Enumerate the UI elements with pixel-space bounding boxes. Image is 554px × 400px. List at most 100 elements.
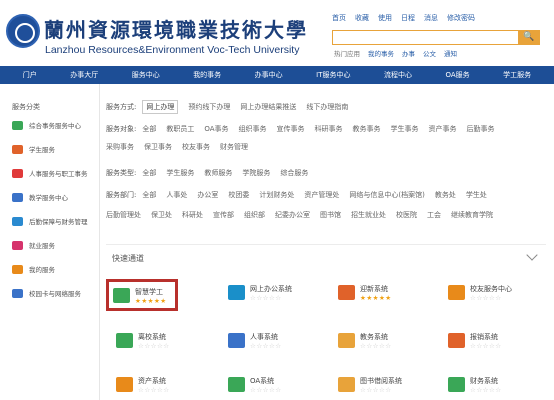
service-card[interactable]: 智慧学工 ★★★★★ — [106, 279, 178, 311]
filter-option[interactable]: 学生服务 — [166, 168, 194, 178]
toplink-favorites[interactable]: 收藏 — [355, 13, 369, 23]
sidebar-item-general[interactable]: 综合事务服务中心 — [12, 120, 81, 130]
nav-item-service-hall[interactable]: 办事大厅 — [70, 70, 98, 80]
toplink-change-password[interactable]: 修改密码 — [447, 13, 475, 23]
nav-item-oa-service[interactable]: OA服务 — [445, 70, 469, 80]
briefcase-icon — [116, 377, 133, 392]
service-card[interactable]: 教务系统 ☆☆☆☆☆ — [334, 327, 406, 359]
filter-option[interactable]: 网络与信息中心(档案馆) — [349, 190, 424, 200]
document-icon — [228, 377, 245, 392]
search-input[interactable]: 🔍 — [332, 30, 540, 45]
toplink-messages[interactable]: 消息 — [424, 13, 438, 23]
filter-option[interactable]: 科研处 — [182, 210, 203, 220]
service-name: 报销系统 — [470, 333, 498, 341]
filter-option[interactable]: 采购事务 — [106, 142, 134, 152]
filter-option[interactable]: 宣传部 — [213, 210, 234, 220]
filter-option[interactable]: 组织事务 — [239, 124, 267, 134]
filter-option[interactable]: 校友事务 — [182, 142, 210, 152]
sidebar-item-hr[interactable]: 人事服务与职工事务 — [12, 168, 88, 178]
sidebar-item-label: 校园卡与网络服务 — [29, 290, 81, 298]
nav-item-my-affairs[interactable]: 我的事务 — [193, 70, 221, 80]
filter-option[interactable]: 校医院 — [396, 210, 417, 220]
card-icon — [12, 288, 23, 298]
filter-row-audience: 服务对象: 全部 教职员工 OA事务 组织事务 宣传事务 科研事务 教务事务 学… — [106, 124, 536, 152]
nav-item-process-center[interactable]: 流程中心 — [384, 70, 412, 80]
filter-option[interactable]: 资产管理处 — [304, 190, 339, 200]
filter-option[interactable]: 教务处 — [435, 190, 456, 200]
filter-option[interactable]: 计划财务处 — [259, 190, 294, 200]
filter-option[interactable]: 资产事务 — [429, 124, 457, 134]
filter-label: 服务类型: — [106, 169, 137, 177]
filter-option[interactable]: 工会 — [427, 210, 441, 220]
service-card[interactable]: 图书借阅系统 ☆☆☆☆☆ — [334, 371, 406, 400]
calendar-icon — [12, 264, 23, 274]
service-card[interactable]: 财务系统 ☆☆☆☆☆ — [444, 371, 516, 400]
filter-option[interactable]: 后勤事务 — [467, 124, 495, 134]
filter-option[interactable]: 保卫处 — [151, 210, 172, 220]
university-logo-icon[interactable] — [6, 14, 40, 48]
filter-option[interactable]: 科研事务 — [315, 124, 343, 134]
filter-option[interactable]: 全部 — [142, 190, 156, 200]
filter-option[interactable]: 教职员工 — [166, 124, 194, 134]
nav-item-it-center[interactable]: IT服务中心 — [316, 70, 350, 80]
sidebar-item-logistics[interactable]: 后勤保障与财务管理 — [12, 216, 88, 226]
sidebar-item-employment[interactable]: 就业服务 — [12, 240, 55, 250]
filter-option[interactable]: 组织部 — [244, 210, 265, 220]
hotword-item[interactable]: 我的事务 — [368, 48, 394, 58]
filter-option[interactable]: 学生处 — [466, 190, 487, 200]
search-hotwords: 热门应用 我的事务 办事 公文 通知 — [334, 48, 457, 58]
filter-option[interactable]: 全部 — [142, 124, 156, 134]
filter-option[interactable]: 保卫事务 — [144, 142, 172, 152]
service-card[interactable]: 资产系统 ☆☆☆☆☆ — [112, 371, 184, 400]
hotword-item[interactable]: 办事 — [402, 48, 415, 58]
nav-item-portal[interactable]: 门户 — [23, 70, 37, 80]
service-card[interactable]: 迎新系统 ★★★★★ — [334, 279, 406, 311]
hotword-item[interactable]: 公文 — [423, 48, 436, 58]
filter-option[interactable]: 后勤管理处 — [106, 210, 141, 220]
nav-item-affairs-center[interactable]: 办事中心 — [255, 70, 283, 80]
filter-option[interactable]: 学生事务 — [391, 124, 419, 134]
filter-option[interactable]: 教师服务 — [204, 168, 232, 178]
sidebar-item-my-services[interactable]: 我的服务 — [12, 264, 55, 274]
university-name-cn[interactable]: 蘭州資源環境職業技術大學 — [44, 14, 308, 43]
service-card[interactable]: 网上办公系统 ☆☆☆☆☆ — [224, 279, 296, 311]
filter-option[interactable]: 图书馆 — [320, 210, 341, 220]
chevron-down-icon[interactable] — [526, 249, 538, 261]
search-button[interactable]: 🔍 — [518, 30, 540, 45]
bookmark-icon — [12, 240, 23, 250]
filter-option[interactable]: 网上办理结果推送 — [240, 102, 296, 112]
filter-option[interactable]: 纪委办公室 — [275, 210, 310, 220]
toplink-schedule[interactable]: 日程 — [401, 13, 415, 23]
filter-option[interactable]: 综合服务 — [280, 168, 308, 178]
filter-option[interactable]: 招生就业处 — [351, 210, 386, 220]
service-card[interactable]: 校友服务中心 ☆☆☆☆☆ — [444, 279, 516, 311]
filter-option[interactable]: 继续教育学院 — [451, 210, 493, 220]
filter-option[interactable]: 教务事务 — [353, 124, 381, 134]
service-card[interactable]: OA系统 ☆☆☆☆☆ — [224, 371, 296, 400]
nav-item-student-service[interactable]: 学工服务 — [503, 70, 531, 80]
filter-option[interactable]: 办公室 — [197, 190, 218, 200]
service-card[interactable]: 人事系统 ☆☆☆☆☆ — [224, 327, 296, 359]
service-card[interactable]: 离校系统 ☆☆☆☆☆ — [112, 327, 184, 359]
filter-option[interactable]: 校团委 — [228, 190, 249, 200]
sidebar-item-campus-card[interactable]: 校园卡与网络服务 — [12, 288, 81, 298]
filter-option[interactable]: OA事务 — [204, 124, 228, 134]
filter-option[interactable]: 网上办理 — [142, 100, 179, 114]
hotword-item[interactable]: 通知 — [444, 48, 457, 58]
filter-option[interactable]: 学院服务 — [242, 168, 270, 178]
document-edit-icon — [338, 333, 355, 348]
monitor-icon — [228, 285, 245, 300]
sidebar-item-student[interactable]: 学生服务 — [12, 144, 55, 154]
service-rating: ☆☆☆☆☆ — [360, 342, 392, 350]
toplink-usage[interactable]: 使用 — [378, 13, 392, 23]
filter-option[interactable]: 宣传事务 — [277, 124, 305, 134]
filter-option[interactable]: 线下办理指南 — [306, 102, 348, 112]
filter-option[interactable]: 全部 — [142, 168, 156, 178]
nav-item-service-center[interactable]: 服务中心 — [132, 70, 160, 80]
service-card[interactable]: 报销系统 ☆☆☆☆☆ — [444, 327, 516, 359]
sidebar-item-teaching[interactable]: 教学服务中心 — [12, 192, 68, 202]
filter-option[interactable]: 预约线下办理 — [188, 102, 230, 112]
filter-option[interactable]: 人事处 — [166, 190, 187, 200]
filter-option[interactable]: 财务管理 — [220, 142, 248, 152]
toplink-home[interactable]: 首页 — [332, 13, 346, 23]
